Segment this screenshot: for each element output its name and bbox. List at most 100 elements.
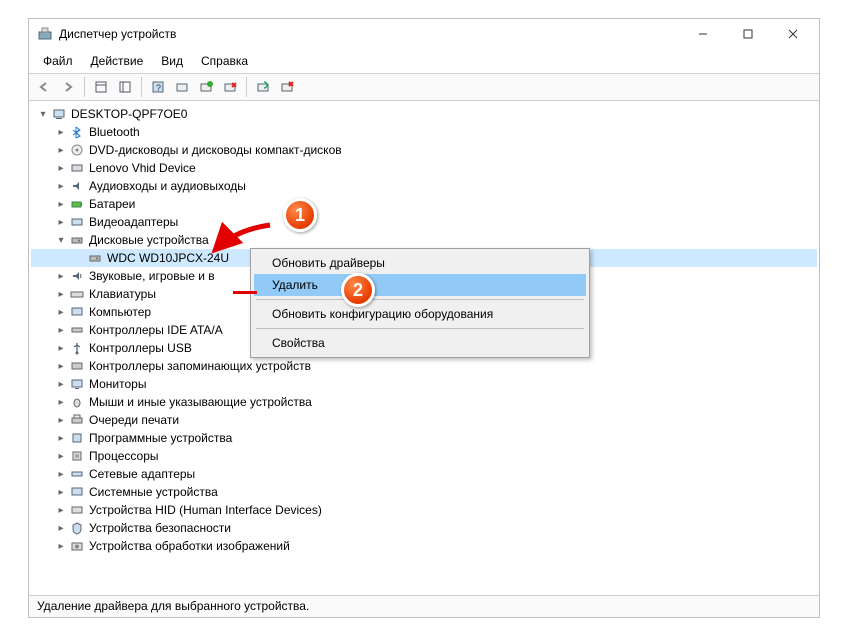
tree-root[interactable]: ▾ DESKTOP-QPF7OE0 [31,105,817,123]
expander-icon[interactable]: ▸ [53,394,69,410]
callout-label: 1 [295,205,305,226]
disable-button[interactable] [276,76,298,98]
sound-icon [69,268,85,284]
update-driver-button[interactable] [195,76,217,98]
svg-text:?: ? [156,83,161,93]
expander-icon[interactable]: ▸ [53,448,69,464]
expander-icon[interactable]: ▸ [53,178,69,194]
security-icon [69,520,85,536]
tree-category-monitor[interactable]: ▸ Мониторы [31,375,817,393]
menu-view[interactable]: Вид [153,51,191,71]
tree-category-mouse[interactable]: ▸ Мыши и иные указывающие устройства [31,393,817,411]
tree-label: Контроллеры USB [89,341,192,355]
expander-icon[interactable]: ▸ [53,412,69,428]
context-update-drivers[interactable]: Обновить драйверы [254,252,586,274]
tree-label: Контроллеры IDE ATA/A [89,323,223,337]
statusbar: Удаление драйвера для выбранного устройс… [29,595,819,617]
expander-icon[interactable]: ▸ [53,124,69,140]
maximize-button[interactable] [725,20,770,48]
help-button[interactable]: ? [147,76,169,98]
system-icon [69,484,85,500]
forward-button[interactable] [57,76,79,98]
context-separator [256,299,584,300]
imaging-icon [69,538,85,554]
toolbar: ? [29,73,819,101]
scan-button[interactable] [171,76,193,98]
display-adapter-icon [69,214,85,230]
usb-icon [69,340,85,356]
minimize-button[interactable] [680,20,725,48]
tree-label: DVD-дисководы и дисководы компакт-дисков [89,143,342,157]
tree-label: Контроллеры запоминающих устройств [89,359,311,373]
annotation-arrow-1 [210,220,280,260]
tree-category-cpu[interactable]: ▸ Процессоры [31,447,817,465]
expander-icon[interactable]: ▸ [53,520,69,536]
statusbar-text: Удаление драйвера для выбранного устройс… [37,599,309,613]
tree-label: Программные устройства [89,431,232,445]
context-delete[interactable]: Удалить [254,274,586,296]
tree-category-disks[interactable]: ▾ Дисковые устройства [31,231,817,249]
expander-icon[interactable]: ▸ [53,322,69,338]
tree-label: Батареи [89,197,135,211]
annotation-callout-2: 2 [341,273,375,307]
tree-category-print[interactable]: ▸ Очереди печати [31,411,817,429]
expander-icon[interactable]: ▾ [53,232,69,248]
expander-icon[interactable]: ▸ [53,376,69,392]
tree-label: Аудиовходы и аудиовыходы [89,179,246,193]
menu-help[interactable]: Справка [193,51,256,71]
toolbar-separator [84,77,85,97]
expander-icon[interactable]: ▸ [53,214,69,230]
tree-category-lenovo[interactable]: ▸ Lenovo Vhid Device [31,159,817,177]
show-hide-tree-button[interactable] [90,76,112,98]
expander-icon[interactable]: ▸ [53,196,69,212]
expander-icon[interactable]: ▸ [53,466,69,482]
tree-category-battery[interactable]: ▸ Батареи [31,195,817,213]
tree-label: Видеоадаптеры [89,215,178,229]
tree-category-network[interactable]: ▸ Сетевые адаптеры [31,465,817,483]
bluetooth-icon [69,124,85,140]
tree-category-storage[interactable]: ▸ Контроллеры запоминающих устройств [31,357,817,375]
tree-category-system[interactable]: ▸ Системные устройства [31,483,817,501]
device-icon [69,160,85,176]
tree-category-dvd[interactable]: ▸ DVD-дисководы и дисководы компакт-диск… [31,141,817,159]
expander-icon[interactable]: ▸ [53,484,69,500]
expander-icon[interactable]: ▸ [53,430,69,446]
tree-label: Мыши и иные указывающие устройства [89,395,312,409]
context-properties[interactable]: Свойства [254,332,586,354]
expander-icon[interactable]: ▸ [53,142,69,158]
tree-category-audio[interactable]: ▸ Аудиовходы и аудиовыходы [31,177,817,195]
context-separator [256,328,584,329]
expander-icon[interactable]: ▸ [53,358,69,374]
expander-icon[interactable]: ▸ [53,268,69,284]
window-title: Диспетчер устройств [59,27,680,41]
context-scan-hardware[interactable]: Обновить конфигурацию оборудования [254,303,586,325]
expander-spacer [71,250,87,266]
expander-icon[interactable]: ▾ [35,106,51,122]
uninstall-button[interactable] [219,76,241,98]
expander-icon[interactable]: ▸ [53,286,69,302]
tree-category-imaging[interactable]: ▸ Устройства обработки изображений [31,537,817,555]
mouse-icon [69,394,85,410]
menu-action[interactable]: Действие [83,51,152,71]
tree-label: Lenovo Vhid Device [89,161,196,175]
tree-label: Сетевые адаптеры [89,467,195,481]
tree-category-software[interactable]: ▸ Программные устройства [31,429,817,447]
expander-icon[interactable]: ▸ [53,502,69,518]
expander-icon[interactable]: ▸ [53,304,69,320]
properties-button[interactable] [114,76,136,98]
tree-category-video[interactable]: ▸ Видеоадаптеры [31,213,817,231]
close-button[interactable] [770,20,815,48]
expander-icon[interactable]: ▸ [53,340,69,356]
menu-file[interactable]: Файл [35,51,81,71]
expander-icon[interactable]: ▸ [53,538,69,554]
audio-icon [69,178,85,194]
tree-category-bluetooth[interactable]: ▸ Bluetooth [31,123,817,141]
expander-icon[interactable]: ▸ [53,160,69,176]
back-button[interactable] [33,76,55,98]
tree-label: Устройства HID (Human Interface Devices) [89,503,322,517]
annotation-callout-1: 1 [283,198,317,232]
toolbar-separator [246,77,247,97]
tree-category-security[interactable]: ▸ Устройства безопасности [31,519,817,537]
enable-button[interactable] [252,76,274,98]
tree-category-hid[interactable]: ▸ Устройства HID (Human Interface Device… [31,501,817,519]
